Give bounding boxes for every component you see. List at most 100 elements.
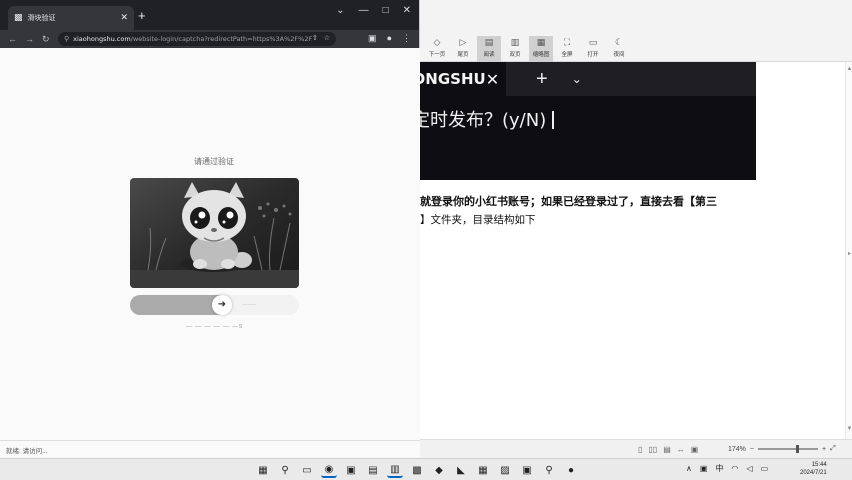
- close-icon[interactable]: ✕: [403, 5, 411, 16]
- document-statusbar: ▯ ▯▯ ▤ ↔ ▣ 174% − + ⤢: [420, 439, 852, 458]
- ribbon-read[interactable]: ▤ 阅读: [477, 36, 501, 62]
- document-text-line: 就登录你的小红书账号；如果已经登录过了，直接去看【第三: [420, 195, 717, 208]
- captcha-page: 请通过验证 —— ➜ — — — — — —s: [0, 48, 420, 440]
- back-icon[interactable]: ←: [8, 34, 17, 45]
- ime-indicator[interactable]: 中: [715, 463, 723, 474]
- ribbon-last-page[interactable]: ▷ 尾页: [451, 36, 475, 62]
- terminal-prompt: 定时发布？(y/N): [412, 106, 555, 132]
- tray-app-icon[interactable]: ▣: [700, 464, 708, 473]
- site-info-icon[interactable]: ⚲: [64, 35, 69, 43]
- terminal-icon: ▣: [346, 464, 356, 476]
- new-tab-button[interactable]: +: [138, 8, 146, 23]
- zoom-slider-knob[interactable]: [796, 445, 799, 453]
- moon-icon: ☾: [614, 38, 624, 48]
- chrome-icon: ◉: [324, 463, 334, 475]
- taskbar: ▦ ⚲ ▭ ◉ ▣ ▤ ▥ ▩ ◆ ◣ ▦ ▨ ▣ ⚲ ● ∧ ▣ 中 ◠ ◁ …: [0, 458, 852, 480]
- start-button[interactable]: ▦: [255, 462, 271, 478]
- reload-icon[interactable]: ↻: [42, 34, 50, 45]
- thumbnail-icon: ▦: [536, 38, 546, 48]
- chevron-up-icon[interactable]: ∧: [686, 464, 692, 473]
- ribbon-double-page[interactable]: ▥ 双页: [503, 36, 527, 62]
- single-page-icon[interactable]: ▯: [638, 445, 642, 454]
- search-icon: ⚲: [281, 464, 289, 476]
- address-bar[interactable]: ⚲ xiaohongshu.com/website-login/captcha?…: [58, 32, 336, 46]
- chrome-app[interactable]: ◉: [321, 462, 337, 478]
- app-15[interactable]: ●: [563, 462, 579, 478]
- document-scrollbar[interactable]: ▲ ▸ ▼: [845, 62, 852, 439]
- browser-toolbar: ← → ↻ ⚲ xiaohongshu.com/website-login/ca…: [0, 30, 419, 48]
- search-button[interactable]: ⚲: [277, 462, 293, 478]
- ribbon-fullscreen[interactable]: ⛶ 全屏: [555, 36, 579, 62]
- share-icon[interactable]: ⇧: [312, 34, 318, 42]
- files-app[interactable]: ▤: [365, 462, 381, 478]
- app-12[interactable]: ▨: [497, 462, 513, 478]
- scroll-mid-icon[interactable]: ▸: [846, 250, 852, 257]
- terminal-app[interactable]: ▣: [343, 462, 359, 478]
- arrow-right-icon: ➜: [217, 299, 227, 310]
- terminal-screenshot: HONGSHU ✕ + ⌄ 定时发布？(y/N): [398, 62, 756, 180]
- arrow-down-icon: ◇: [433, 38, 441, 48]
- taskbar-apps: ▦ ⚲ ▭ ◉ ▣ ▤ ▥ ▩ ◆ ◣ ▦ ▨ ▣ ⚲ ●: [255, 462, 579, 478]
- ribbon-thumbnails[interactable]: ▦ 缩略图: [529, 36, 553, 62]
- battery-icon[interactable]: ▭: [761, 464, 769, 473]
- close-tab-icon[interactable]: ✕: [120, 13, 128, 23]
- zoom-in-icon[interactable]: +: [822, 446, 826, 453]
- forward-icon[interactable]: →: [25, 34, 34, 45]
- bookmark-star-icon[interactable]: ☆: [324, 34, 330, 42]
- fullscreen-icon[interactable]: ⤢: [830, 445, 836, 453]
- menu-icon[interactable]: ⋮: [402, 33, 411, 44]
- maximize-icon[interactable]: □: [383, 5, 389, 16]
- document-ribbon: ◇ 下一页 ▷ 尾页 ▤ 阅读 ▥ 双页 ▦ 缩略图 ⛶ 全屏 ▭ 打开 ☾ 夜间: [425, 36, 631, 62]
- close-icon: ✕: [485, 69, 500, 89]
- zoom-slider[interactable]: [758, 445, 818, 453]
- reader-app[interactable]: ▥: [387, 462, 403, 478]
- task-view-button[interactable]: ▭: [299, 462, 315, 478]
- fit-page-icon[interactable]: ▣: [691, 445, 699, 454]
- browser-window: ▩ 滑块验证 ✕ + ⌄ — □ ✕ ← → ↻ ⚲ xiaohongshu.c…: [0, 0, 420, 458]
- ribbon-open[interactable]: ▭ 打开: [581, 36, 605, 62]
- app-13[interactable]: ▣: [519, 462, 535, 478]
- book-view-icon[interactable]: ▤: [663, 445, 671, 454]
- vscode-app[interactable]: ◣: [453, 462, 469, 478]
- profile-icon[interactable]: ●: [387, 33, 392, 44]
- captcha-footer: — — — — — —s: [185, 322, 243, 330]
- plus-icon: +: [536, 67, 548, 90]
- browser-window-controls: ⌄ — □ ✕: [336, 5, 411, 16]
- app-icon: ◆: [435, 464, 443, 476]
- browser-tab[interactable]: ▩ 滑块验证 ✕: [8, 6, 134, 30]
- system-clock[interactable]: 15:44 2024/7/21: [800, 461, 827, 477]
- wifi-icon[interactable]: ◠: [731, 464, 738, 473]
- windows-icon: ▦: [258, 464, 268, 476]
- cat-figure-illustration: [130, 178, 299, 288]
- zoom-out-icon[interactable]: −: [750, 446, 754, 453]
- app-icon: ▨: [500, 464, 510, 476]
- tab-search-icon[interactable]: ⌄: [336, 5, 344, 16]
- folder-icon: ▤: [368, 464, 378, 476]
- ribbon-next-page[interactable]: ◇ 下一页: [425, 36, 449, 62]
- app-14[interactable]: ⚲: [541, 462, 557, 478]
- xiaohongshu-favicon-icon: ▩: [14, 13, 23, 23]
- search-icon: ⚲: [545, 464, 553, 476]
- book-icon: ▤: [484, 38, 494, 48]
- captcha-slider[interactable]: —— ➜: [130, 295, 299, 315]
- app-11[interactable]: ▦: [475, 462, 491, 478]
- captcha-image: [130, 178, 299, 288]
- scroll-up-icon[interactable]: ▲: [846, 66, 852, 72]
- fit-width-icon[interactable]: ↔: [677, 445, 685, 454]
- scroll-down-icon[interactable]: ▼: [846, 426, 852, 432]
- slider-handle[interactable]: ➜: [212, 295, 232, 315]
- zoom-control: 174% − + ⤢: [728, 445, 836, 453]
- fullscreen-icon: ⛶: [563, 38, 571, 48]
- browser-right-actions: ▣ ● ⋮: [368, 33, 411, 44]
- folder-icon: ▭: [588, 38, 598, 48]
- minimize-icon[interactable]: —: [359, 5, 369, 16]
- app-9[interactable]: ◆: [431, 462, 447, 478]
- sidebar-icon[interactable]: ▣: [368, 33, 377, 44]
- app-8[interactable]: ▩: [409, 462, 425, 478]
- ribbon-night-mode[interactable]: ☾ 夜间: [607, 36, 631, 62]
- volume-icon[interactable]: ◁: [746, 464, 752, 473]
- task-view-icon: ▭: [302, 464, 312, 476]
- system-tray: ∧ ▣ 中 ◠ ◁ ▭: [686, 463, 768, 474]
- double-page-icon: ▥: [510, 38, 520, 48]
- double-page-icon[interactable]: ▯▯: [648, 445, 657, 454]
